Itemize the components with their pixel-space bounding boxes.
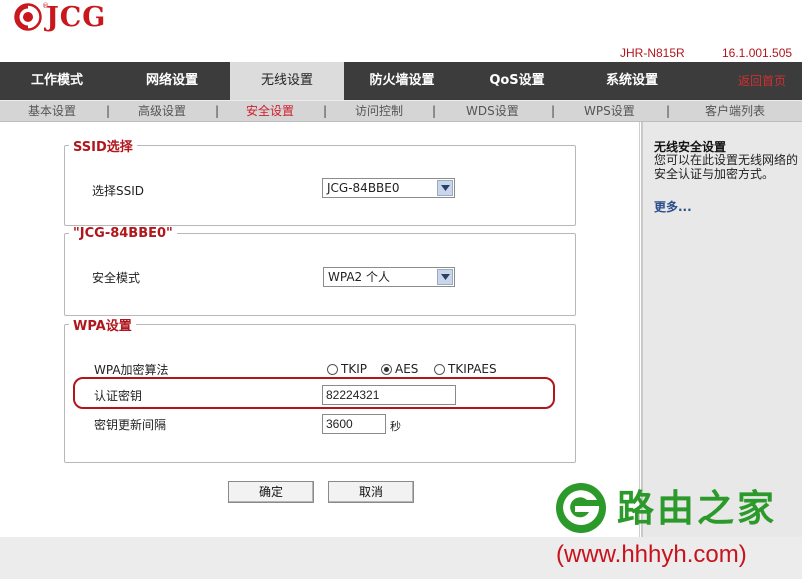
subnav-separator: | [432,104,437,118]
subtab-basic[interactable]: 基本设置 [28,101,76,121]
tab-system[interactable]: 系统设置 [574,62,690,100]
radio-tkipaes-label: TKIPAES [448,362,497,376]
security-section-legend: "JCG-84BBE0" [73,226,173,241]
firmware-version: 16.1.001.505 [722,46,793,60]
wpa-algorithm-label: WPA加密算法 [94,363,169,377]
select-ssid-label: 选择SSID [92,184,145,198]
radio-aes[interactable]: AES [381,362,418,376]
subtab-access-control[interactable]: 访问控制 [355,101,403,121]
subtab-security[interactable]: 安全设置 [246,101,294,121]
seconds-unit: 秒 [390,420,401,433]
radio-tkipaes-dot[interactable] [434,363,445,375]
brand-name: JCG [46,1,107,33]
watermark-url: (www.hhhyh.com) [556,541,747,568]
help-sidebar: 无线安全设置 您可以在此设置无线网络的安全认证与加密方式。 更多... [641,122,802,537]
ok-button[interactable]: 确定 [228,481,314,503]
brand-registered-mark: ® [42,2,49,10]
subnav-separator: | [106,104,111,118]
security-mode-section: "JCG-84BBE0" [64,226,576,316]
cancel-button[interactable]: 取消 [328,481,414,503]
subnav-separator: | [666,104,671,118]
watermark-text: 路由之家 [617,487,777,530]
help-more-link[interactable]: 更多... [654,198,692,215]
radio-tkip-dot[interactable] [327,363,338,375]
ssid-select-value: JCG-84BBE0 [327,181,400,195]
chevron-down-icon[interactable] [437,269,453,285]
radio-aes-label: AES [395,362,419,376]
radio-tkipaes[interactable]: TKIPAES [434,362,497,376]
chevron-down-icon[interactable] [437,180,453,196]
subtab-wds[interactable]: WDS设置 [466,101,519,121]
ssid-section-legend: SSID选择 [73,140,133,155]
key-renewal-input[interactable]: 3600 [322,414,386,434]
tab-firewall[interactable]: 防火墙设置 [344,62,460,100]
subtab-wps[interactable]: WPS设置 [584,101,635,121]
brand-mark-icon [14,3,42,31]
watermark-logo-icon [556,483,606,533]
security-mode-label: 安全模式 [92,271,141,285]
ssid-select[interactable]: JCG-84BBE0 [322,178,455,198]
auth-key-input[interactable]: 82224321 [322,385,456,405]
radio-aes-dot[interactable] [381,363,392,375]
brand-logo: ® JCG [14,1,107,33]
device-model: JHR-N815R [620,46,685,60]
key-highlight-annotation [73,377,555,409]
radio-tkip-label: TKIP [341,362,367,376]
security-mode-select[interactable]: WPA2 个人 [323,267,455,287]
tab-work-mode[interactable]: 工作模式 [0,62,114,100]
main-nav: 工作模式 网络设置 无线设置 防火墙设置 QoS设置 系统设置 返回首页 [0,62,802,100]
ssid-section: SSID选择 [64,136,576,226]
wpa-section-legend: WPA设置 [73,319,132,334]
auth-key-label: 认证密钥 [94,389,143,403]
logout-link[interactable]: 返回首页 [722,62,802,100]
subnav-separator: | [323,104,328,118]
radio-tkip[interactable]: TKIP [327,362,367,376]
sub-nav: 基本设置 | 高级设置 | 安全设置 | 访问控制 | WDS设置 | WPS设… [0,100,802,122]
subnav-separator: | [551,104,556,118]
key-renewal-label: 密钥更新间隔 [94,418,167,432]
subnav-separator: | [215,104,220,118]
tab-wireless[interactable]: 无线设置 [230,62,344,100]
tab-network[interactable]: 网络设置 [114,62,230,100]
security-mode-value: WPA2 个人 [328,270,390,284]
subtab-advanced[interactable]: 高级设置 [138,101,186,121]
help-description: 您可以在此设置无线网络的安全认证与加密方式。 [654,153,799,181]
subtab-client-list[interactable]: 客户端列表 [705,101,765,121]
tab-qos[interactable]: QoS设置 [460,62,574,100]
